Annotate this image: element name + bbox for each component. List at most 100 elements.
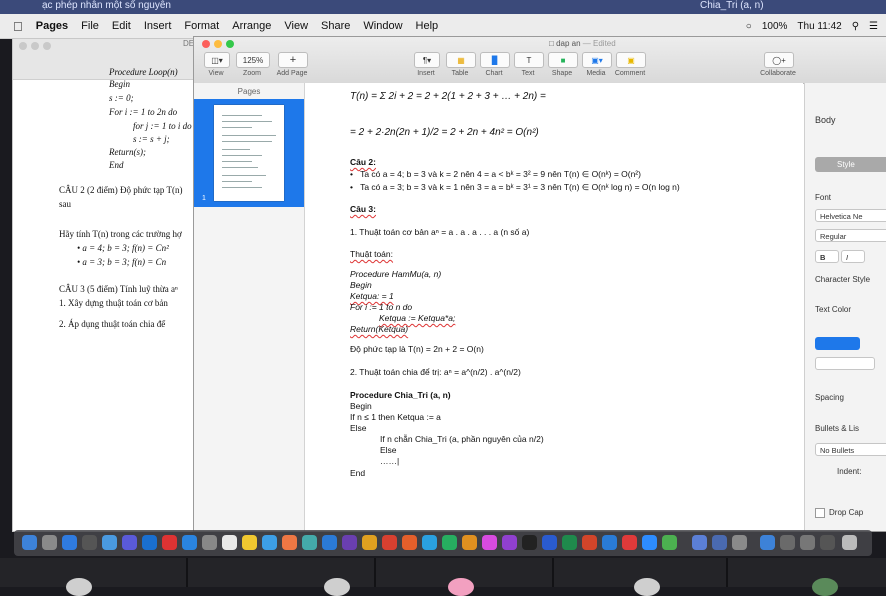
app-icon[interactable] [142, 535, 157, 550]
zoom-window-button[interactable] [226, 40, 234, 48]
close-button[interactable] [202, 40, 210, 48]
app-icon[interactable] [732, 535, 747, 550]
battery-text[interactable]: 100% [762, 21, 788, 32]
app-icon[interactable] [602, 535, 617, 550]
media-button[interactable]: ▣▾ [582, 52, 612, 68]
bullets-select[interactable]: No Bullets [815, 443, 886, 456]
collaborate-button[interactable]: ◯+ [764, 52, 794, 68]
menu-window[interactable]: Window [363, 20, 402, 32]
text-color-label[interactable]: Text Color [815, 305, 851, 314]
app-icon[interactable] [712, 535, 727, 550]
app-store-icon[interactable] [102, 535, 117, 550]
photos-icon[interactable] [282, 535, 297, 550]
app-icon[interactable] [422, 535, 437, 550]
safari-icon[interactable] [62, 535, 77, 550]
insert-button[interactable]: ¶▾ [414, 52, 440, 68]
menu-arrange[interactable]: Arrange [232, 20, 271, 32]
launchpad-icon[interactable] [42, 535, 57, 550]
inspector-tab-body[interactable]: Body [815, 115, 836, 125]
zoom-icon[interactable] [642, 535, 657, 550]
excel-icon[interactable] [562, 535, 577, 550]
participant-tile[interactable] [554, 558, 726, 596]
document-canvas[interactable]: T(n) = Σ 2i + 2 = 2 + 2(1 + 2 + 3 + … + … [305, 83, 803, 531]
spotlight-icon[interactable]: ⚲ [852, 21, 859, 32]
finder-icon[interactable] [22, 535, 37, 550]
app-icon[interactable] [182, 535, 197, 550]
bg-zoom-button[interactable] [43, 42, 51, 50]
downloads-folder-icon[interactable] [760, 535, 775, 550]
add-page-button[interactable]: + [278, 52, 308, 68]
drop-cap-label[interactable]: Drop Cap [829, 508, 863, 517]
app-icon[interactable] [302, 535, 317, 550]
menu-help[interactable]: Help [416, 20, 439, 32]
menu-share[interactable]: Share [321, 20, 350, 32]
menu-format[interactable]: Format [184, 20, 219, 32]
podcasts-icon[interactable] [502, 535, 517, 550]
notes-icon[interactable] [242, 535, 257, 550]
app-icon[interactable] [362, 535, 377, 550]
app-icon[interactable] [322, 535, 337, 550]
text-button[interactable]: T [514, 52, 544, 68]
background-document-window[interactable]: DE Procedure Loop(n) Begin s := 0; For i… [12, 38, 214, 532]
participant-tile[interactable] [376, 558, 552, 596]
messages-icon[interactable] [442, 535, 457, 550]
folder-icon[interactable] [692, 535, 707, 550]
powerpoint-icon[interactable] [582, 535, 597, 550]
clock-text[interactable]: Thu 11:42 [797, 21, 841, 32]
view-button[interactable]: ◫▾ [204, 52, 230, 68]
pages-icon[interactable] [462, 535, 477, 550]
font-style-select[interactable]: Regular [815, 229, 886, 242]
menu-insert[interactable]: Insert [144, 20, 172, 32]
character-styles-label[interactable]: Character Style [815, 275, 870, 284]
doc-complexity: Độ phức tạp là T(n) = 2n + 2 = O(n) [350, 344, 484, 354]
participant-tile[interactable] [728, 558, 886, 596]
app-icon[interactable] [202, 535, 217, 550]
menu-file[interactable]: File [81, 20, 99, 32]
page-thumbnail[interactable] [214, 105, 284, 201]
drop-cap-checkbox[interactable] [815, 508, 825, 518]
app-icon[interactable] [162, 535, 177, 550]
music-icon[interactable] [482, 535, 497, 550]
page-thumbnail-selected[interactable]: 1 [194, 99, 304, 207]
bold-button[interactable]: B [815, 250, 839, 263]
app-icon[interactable] [122, 535, 137, 550]
table-button[interactable]: ▦ [446, 52, 476, 68]
bullets-disclosure[interactable]: Bullets & Lis [815, 424, 859, 433]
pages-document-window[interactable]: □ dap an — Edited ◫▾ View 125% Zoom + Ad… [193, 36, 886, 532]
participant-tile[interactable] [188, 558, 374, 596]
align-left-button[interactable] [815, 337, 860, 350]
word-icon[interactable] [542, 535, 557, 550]
calendar-icon[interactable] [222, 535, 237, 550]
tv-icon[interactable] [522, 535, 537, 550]
style-tab-button[interactable]: Style [815, 157, 886, 172]
font-family-select[interactable]: Helvetica Ne [815, 209, 886, 222]
app-icon[interactable] [382, 535, 397, 550]
menu-view[interactable]: View [284, 20, 308, 32]
shape-button[interactable]: ■ [548, 52, 578, 68]
apple-menu-icon[interactable]:  [13, 19, 23, 34]
italic-button[interactable]: I [841, 250, 865, 263]
wifi-icon[interactable]: ○ [746, 21, 752, 32]
app-icon[interactable] [780, 535, 795, 550]
app-icon[interactable] [800, 535, 815, 550]
app-icon[interactable] [262, 535, 277, 550]
app-icon[interactable] [820, 535, 835, 550]
comment-button[interactable]: ▣ [616, 52, 646, 68]
menu-app-pages[interactable]: Pages [36, 20, 68, 32]
spacing-disclosure[interactable]: Spacing [815, 393, 844, 402]
chart-button[interactable]: ▉ [480, 52, 510, 68]
notification-center-icon[interactable]: ☰ [869, 21, 878, 32]
menu-edit[interactable]: Edit [112, 20, 131, 32]
alignment-options[interactable] [815, 357, 875, 370]
zoom-select[interactable]: 125% [236, 52, 270, 68]
visual-studio-icon[interactable] [342, 535, 357, 550]
minimize-button[interactable] [214, 40, 222, 48]
bg-close-button[interactable] [19, 42, 27, 50]
chrome-icon[interactable] [662, 535, 677, 550]
participant-tile[interactable] [0, 558, 186, 596]
app-icon[interactable] [402, 535, 417, 550]
trash-icon[interactable] [842, 535, 857, 550]
system-preferences-icon[interactable] [82, 535, 97, 550]
bg-minimize-button[interactable] [31, 42, 39, 50]
app-icon[interactable] [622, 535, 637, 550]
